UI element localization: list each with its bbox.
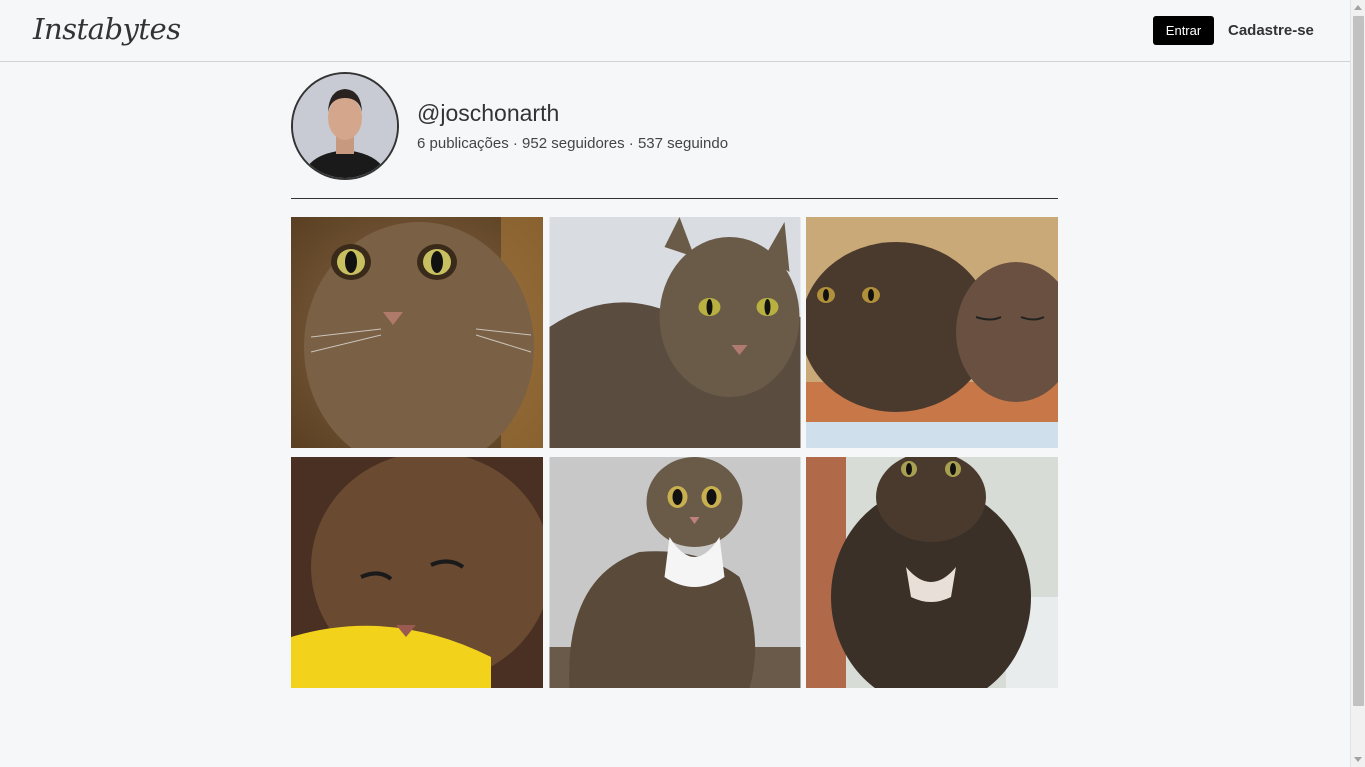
profile-avatar bbox=[291, 72, 399, 180]
post-photo-3[interactable] bbox=[806, 217, 1058, 448]
app-logo[interactable]: Instabytes bbox=[33, 12, 181, 46]
signup-link[interactable]: Cadastre-se bbox=[1228, 22, 1314, 39]
scrollbar-thumb[interactable] bbox=[1353, 16, 1364, 706]
scroll-up-arrow-icon[interactable] bbox=[1354, 5, 1362, 10]
post-photo-4[interactable] bbox=[291, 457, 543, 688]
post-photo-2[interactable] bbox=[549, 217, 801, 448]
login-button[interactable]: Entrar bbox=[1153, 16, 1214, 45]
post-photo-6[interactable] bbox=[806, 457, 1058, 688]
scroll-down-arrow-icon[interactable] bbox=[1354, 757, 1362, 762]
post-photo-5[interactable] bbox=[549, 457, 801, 688]
avatar-photo bbox=[293, 74, 397, 178]
post-photo-1[interactable] bbox=[291, 217, 543, 448]
profile-username: @joschonarth bbox=[417, 100, 560, 126]
profile-divider bbox=[291, 198, 1058, 199]
profile-stats: 6 publicações · 952 seguidores · 537 seg… bbox=[417, 135, 729, 152]
top-navbar: Instabytes Entrar Cadastre-se bbox=[0, 0, 1350, 62]
page-scrollbar[interactable] bbox=[1350, 0, 1365, 767]
